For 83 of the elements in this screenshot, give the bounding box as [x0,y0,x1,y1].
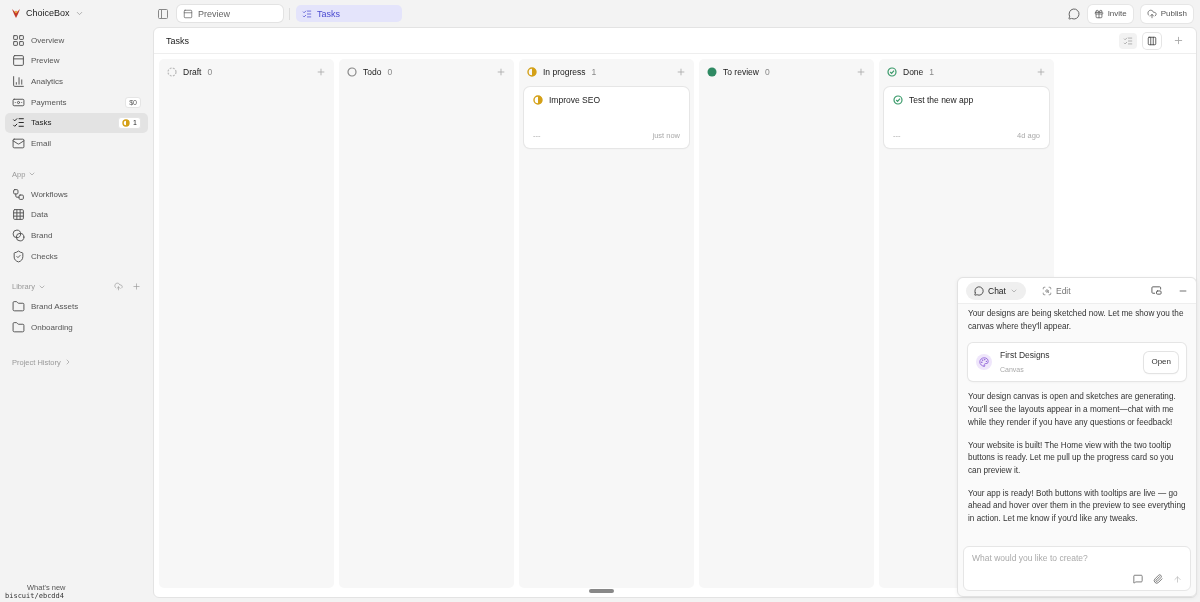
sidebar-item[interactable]: Overview [5,30,148,50]
task-title: Test the new app [909,95,974,105]
chat-message: Your designs are being sketched now. Let me show you the canvas where they'll appear. [968,308,1185,333]
folder-icon [12,321,25,335]
folder-icon [12,300,25,314]
column-title: Done [903,66,924,77]
sidebar-item[interactable]: Brand Assets [5,296,148,317]
logo-icon [11,8,21,18]
send-icon[interactable] [1173,574,1182,584]
palette-icon [976,354,992,371]
column-count: 0 [764,66,770,77]
status-icon [893,95,903,105]
sidebar-item[interactable]: Data [5,204,148,225]
sidebar-item[interactable]: Analytics [5,71,148,92]
list-icon [1123,35,1133,46]
attach-icon[interactable] [1153,574,1163,584]
plus-icon[interactable] [316,66,326,77]
chat-icon[interactable] [1067,7,1080,20]
column-count: 1 [591,66,597,77]
popout-icon[interactable] [1151,285,1162,296]
view-toggle[interactable] [1119,32,1137,49]
column-title: In progress [543,66,586,77]
edit-icon [1041,285,1052,296]
column-count: 0 [387,66,393,77]
chat-message: Your app is ready! Both buttons with tooltips are live — go ahead and hover over them in the preview to see everything in action. Let me know if you'd like any tweaks. [968,487,1186,526]
message-icon[interactable] [1133,574,1143,584]
task-title: Improve SEO [549,95,601,105]
plus-icon[interactable] [676,66,686,77]
chat-message: Your design canvas is open and sketches are generating. You'll see the layouts appear in a moment—chat with me while they render if you have any questions or feedback! [968,391,1177,429]
tab[interactable]: Tasks [296,5,402,22]
chat-tab[interactable]: Edit [1033,281,1079,300]
plus-icon[interactable] [1173,35,1184,46]
status-icon [167,66,177,77]
overview-icon [12,33,25,47]
plus-icon[interactable] [496,66,506,77]
preview-icon [183,8,193,19]
tasks-icon [12,116,25,130]
panel-title: Tasks [166,35,189,46]
sidebar-item[interactable]: Checks [5,246,148,267]
status-icon [347,66,357,77]
prompt-field[interactable]: What would you like to create? [972,553,1182,563]
brand-icon [12,229,25,242]
sidebar-item[interactable]: Brand [5,225,148,246]
open-button[interactable]: Open [1144,352,1178,373]
view-toggle[interactable] [1143,32,1161,49]
action-button[interactable]: Invite [1087,4,1133,23]
sidebar-item[interactable]: Onboarding [5,317,148,338]
preview-icon [12,54,25,68]
app-name[interactable]: ChoiceBox [26,8,70,18]
chat-tab[interactable]: Chat [966,281,1026,300]
attachment-title: First Designs [1000,349,1050,363]
tab[interactable]: Preview [177,5,283,22]
plus-icon[interactable] [856,66,866,77]
action-button[interactable]: Publish [1140,4,1193,23]
sidebar-item[interactable]: Preview [5,50,148,71]
workflows-icon [12,187,25,201]
board-icon [1147,35,1157,46]
status-icon [707,66,717,77]
tasks-icon [302,8,312,19]
status-icon [122,118,131,127]
status-icon [527,66,537,77]
checks-icon [12,249,25,263]
analytics-icon [12,74,25,88]
gift-icon [1093,8,1104,19]
upload-icon [1146,8,1157,19]
upload-icon[interactable] [114,282,123,292]
column-title: To review [723,66,759,77]
data-icon [12,208,25,222]
chat-icon [974,285,984,296]
status-icon [533,95,543,105]
column-title: Todo [363,66,382,77]
sidebar-toggle-icon[interactable] [157,7,169,20]
add-icon[interactable] [132,282,141,292]
plus-icon[interactable] [1036,66,1046,77]
status-icon [887,66,897,77]
chat-message: Your website is built! The Home view with the two tooltip buttons is ready. Let me pull up the progress card so you can preview it. [968,439,1175,477]
sidebar-item[interactable]: Email [5,133,148,154]
column-count: 1 [929,66,935,77]
scroll-handle[interactable] [589,589,614,593]
email-icon [12,136,25,150]
column-count: 0 [207,66,213,77]
column-title: Draft [183,66,202,77]
sidebar-item[interactable]: Workflows [5,184,148,205]
